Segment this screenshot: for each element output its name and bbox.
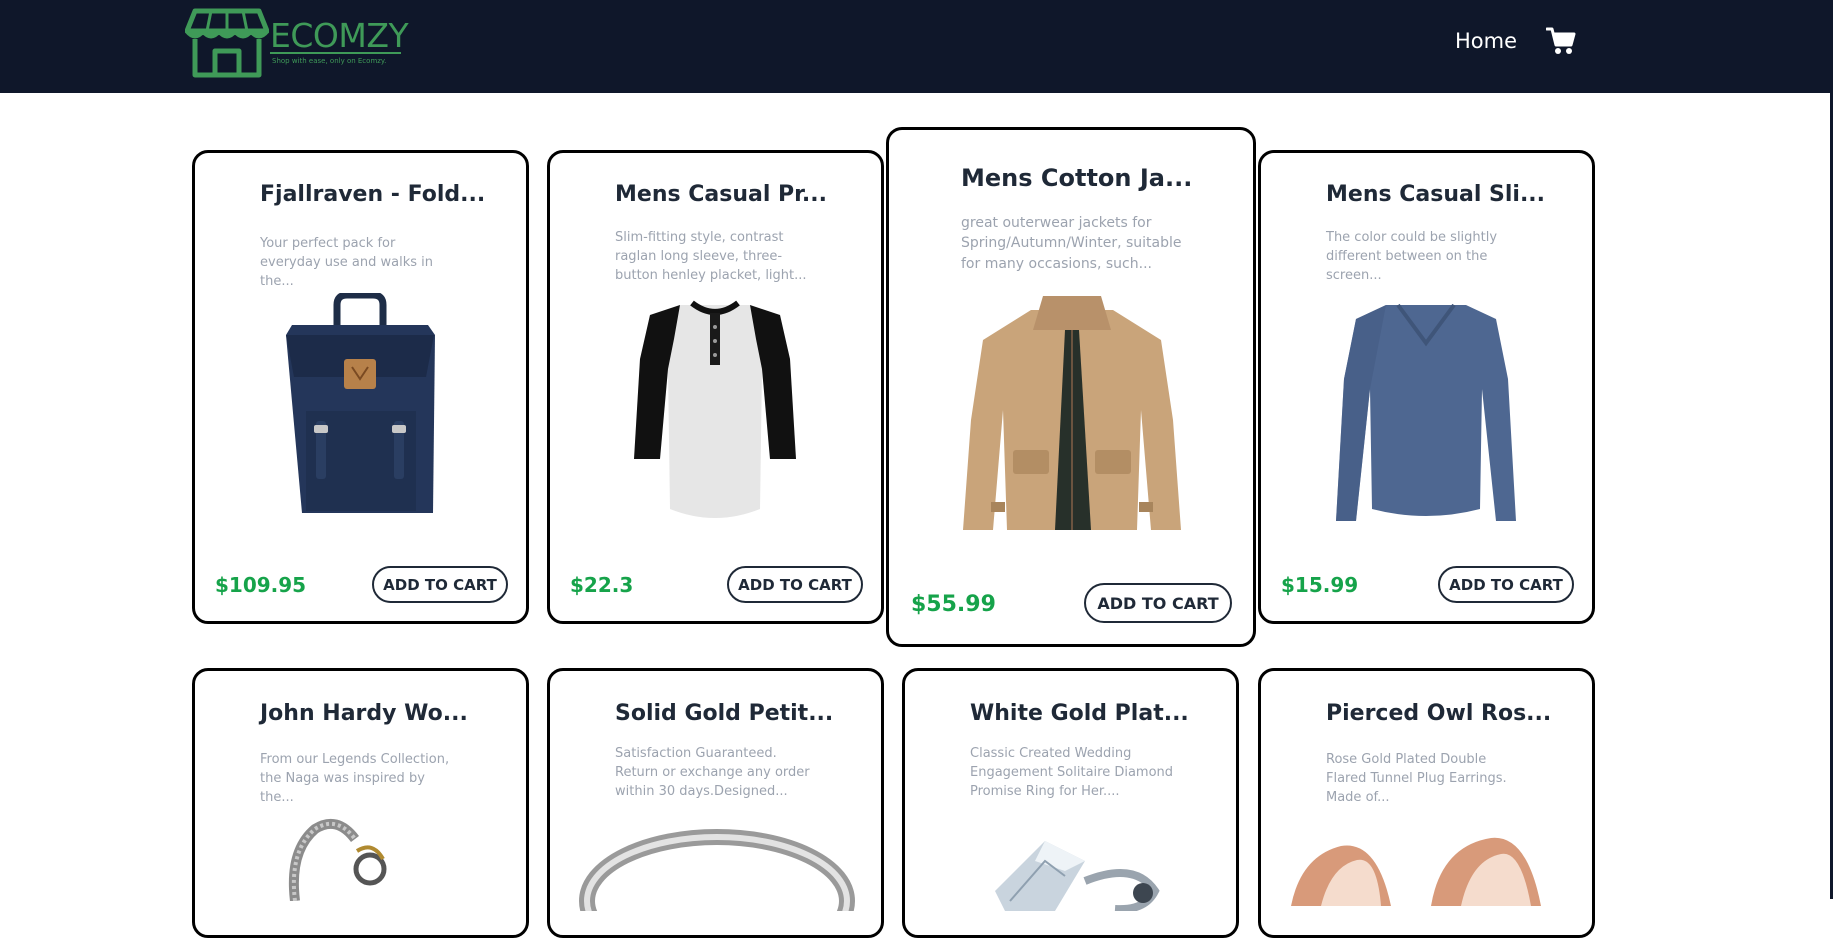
product-image [963, 296, 1181, 530]
store-icon [185, 8, 269, 78]
product-image [286, 293, 435, 513]
product-image [1291, 837, 1541, 906]
brand-name: ECOMZY [270, 16, 409, 55]
product-description: From our Legends Collection, the Naga wa… [260, 752, 450, 805]
product-description: Satisfaction Guaranteed. Return or excha… [615, 746, 810, 799]
product-description: Rose Gold Plated Double Flared Tunnel Pl… [1326, 752, 1507, 805]
brand-tagline: Shop with ease, only on Ecomzy. [272, 57, 387, 65]
product-title: John Hardy Wo... [260, 701, 468, 726]
add-to-cart-label: ADD TO CART [738, 575, 852, 594]
product-title: Fjallraven - Fold... [260, 182, 486, 207]
add-to-cart-label: ADD TO CART [383, 575, 497, 594]
product-image [995, 841, 1160, 911]
logo[interactable]: ECOMZY Shop with ease, only on Ecomzy. [185, 7, 409, 81]
cart-button[interactable] [1545, 26, 1576, 60]
product-description: The color could be slightly different be… [1326, 230, 1498, 283]
add-to-cart-button[interactable]: ADD TO CART [727, 566, 863, 603]
product-price: $15.99 [1281, 573, 1359, 597]
add-to-cart-button[interactable]: ADD TO CART [1084, 583, 1232, 623]
add-to-cart-label: ADD TO CART [1449, 575, 1563, 594]
product-title: Solid Gold Petit... [615, 701, 834, 726]
product-title: Mens Cotton Ja... [961, 164, 1193, 192]
navbar: ECOMZY Shop with ease, only on Ecomzy. H… [0, 0, 1833, 93]
product-price: $109.95 [215, 573, 307, 597]
product-card[interactable]: White Gold Plat... Classic Created Weddi… [902, 668, 1239, 938]
product-description: Slim-fitting style, contrast raglan long… [615, 230, 807, 283]
product-card[interactable]: Mens Cotton Ja... great outerwear jacket… [886, 127, 1256, 647]
add-to-cart-label: ADD TO CART [1097, 593, 1219, 613]
product-price: $55.99 [911, 592, 996, 617]
product-card[interactable]: Solid Gold Petit... Satisfaction Guarant… [547, 668, 884, 938]
product-card[interactable]: Mens Casual Pr... Slim-fitting style, co… [547, 150, 884, 624]
product-description: Your perfect pack for everyday use and w… [260, 236, 433, 289]
product-card[interactable]: Mens Casual Sli... The color could be sl… [1258, 150, 1595, 624]
product-card[interactable]: Pierced Owl Ros... Rose Gold Plated Doub… [1258, 668, 1595, 938]
product-image [288, 818, 387, 901]
product-image [1336, 303, 1516, 521]
product-title: White Gold Plat... [970, 701, 1189, 726]
cart-icon [1545, 27, 1576, 54]
product-description: great outerwear jackets for Spring/Autum… [961, 215, 1182, 272]
product-price: $22.3 [570, 573, 634, 597]
product-image [579, 829, 855, 911]
product-description: Classic Created Wedding Engagement Solit… [970, 746, 1174, 799]
product-title: Pierced Owl Ros... [1326, 701, 1552, 726]
product-card[interactable]: John Hardy Wo... From our Legends Collec… [192, 668, 529, 938]
product-title: Mens Casual Sli... [1326, 182, 1546, 207]
product-title: Mens Casual Pr... [615, 182, 827, 207]
product-card[interactable]: Fjallraven - Fold... Your perfect pack f… [192, 150, 529, 624]
nav-home-link[interactable]: Home [1455, 29, 1517, 53]
add-to-cart-button[interactable]: ADD TO CART [1438, 566, 1574, 603]
brand-underline [270, 52, 401, 54]
product-image [634, 300, 796, 518]
add-to-cart-button[interactable]: ADD TO CART [372, 566, 508, 603]
